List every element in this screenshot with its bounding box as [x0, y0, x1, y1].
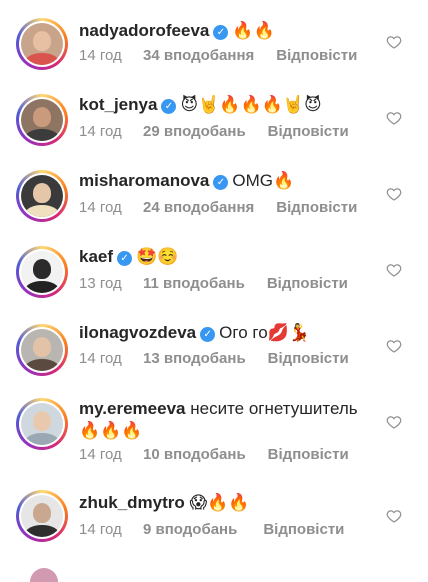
heart-outline-icon[interactable]: [386, 34, 402, 50]
comment-username[interactable]: nadyadorofeeva: [79, 21, 209, 40]
comment-line: nadyadorofeeva ✓ 🔥🔥: [79, 20, 380, 42]
verified-badge-icon: ✓: [213, 175, 229, 190]
comment-time: 14 год: [79, 199, 122, 216]
comment-text: Ого го💋💃: [219, 323, 310, 342]
avatar[interactable]: [16, 324, 68, 376]
comment-username[interactable]: ilonagvozdeva: [79, 323, 196, 342]
comment-username[interactable]: my.eremeeva: [79, 399, 186, 418]
comment-meta: 14 год 34 вподобання Відповісти: [79, 47, 357, 64]
comment-line: ilonagvozdeva ✓ Ого го💋💃: [79, 322, 380, 344]
comment-line: my.eremeeva несите огнетушитель🔥🔥🔥: [79, 398, 368, 442]
comment-username[interactable]: misharomanova: [79, 171, 209, 190]
avatar[interactable]: [16, 170, 68, 222]
comment-text: 😱🔥🔥: [189, 493, 250, 512]
comment-time: 14 год: [79, 123, 122, 140]
comment-time: 14 год: [79, 350, 122, 367]
verified-badge-icon: ✓: [161, 99, 177, 114]
comment-line: kaef ✓ 🤩☺️: [79, 246, 380, 268]
comment-time: 13 год: [79, 275, 122, 292]
comment-time: 14 год: [79, 446, 122, 463]
comment-likes[interactable]: 24 вподобання: [143, 199, 254, 216]
comment-time: 14 год: [79, 47, 122, 64]
comment-line: kot_jenya ✓ 😈🤘🔥🔥🔥🤘😈: [79, 94, 380, 116]
comment-meta: 14 год 29 вподобань Відповісти: [79, 123, 349, 140]
heart-outline-icon[interactable]: [386, 414, 402, 430]
heart-outline-icon[interactable]: [386, 186, 402, 202]
comment-text: OMG🔥: [232, 171, 295, 190]
heart-outline-icon[interactable]: [386, 338, 402, 354]
comment-likes[interactable]: 10 вподобань: [143, 446, 246, 463]
avatar[interactable]: [16, 490, 68, 542]
heart-outline-icon[interactable]: [386, 262, 402, 278]
comment-meta: 14 год 13 вподобань Відповісти: [79, 350, 349, 367]
avatar[interactable]: [16, 94, 68, 146]
comment-likes[interactable]: 11 вподобань: [143, 275, 245, 292]
reply-button[interactable]: Відповісти: [267, 275, 348, 292]
avatar[interactable]: [16, 18, 68, 70]
comment-text: 🤩☺️: [136, 247, 179, 266]
reply-button[interactable]: Відповісти: [276, 47, 357, 64]
reply-button[interactable]: Відповісти: [276, 199, 357, 216]
comment-likes[interactable]: 13 вподобань: [143, 350, 246, 367]
comment-meta: 14 год 10 вподобань Відповісти: [79, 446, 349, 463]
reply-button[interactable]: Відповісти: [263, 521, 344, 538]
verified-badge-icon: ✓: [200, 327, 216, 342]
comment-text: 🔥🔥: [232, 21, 275, 40]
comment-line: misharomanova ✓ OMG🔥: [79, 170, 380, 192]
reply-button[interactable]: Відповісти: [268, 446, 349, 463]
comment-username[interactable]: zhuk_dmytro: [79, 493, 185, 512]
comment-likes[interactable]: 29 вподобань: [143, 123, 246, 140]
comment-meta: 13 год 11 вподобань Відповісти: [79, 275, 348, 292]
heart-outline-icon[interactable]: [386, 508, 402, 524]
comment-meta: 14 год 24 вподобання Відповісти: [79, 199, 357, 216]
comment-text: 😈🤘🔥🔥🔥🤘😈: [180, 95, 322, 114]
heart-outline-icon[interactable]: [386, 110, 402, 126]
comment-username[interactable]: kaef: [79, 247, 113, 266]
verified-badge-icon: ✓: [213, 25, 229, 40]
comment-line: zhuk_dmytro 😱🔥🔥: [79, 492, 380, 514]
reply-button[interactable]: Відповісти: [268, 123, 349, 140]
comment-meta: 14 год 9 вподобань Відповісти: [79, 521, 344, 538]
avatar[interactable]: [16, 398, 68, 450]
verified-badge-icon: ✓: [117, 251, 133, 266]
comment-username[interactable]: kot_jenya: [79, 95, 157, 114]
comment-time: 14 год: [79, 521, 122, 538]
reply-button[interactable]: Відповісти: [268, 350, 349, 367]
comment-likes[interactable]: 9 вподобань: [143, 521, 237, 538]
avatar[interactable]: [30, 568, 58, 582]
avatar[interactable]: [16, 246, 68, 298]
comment-likes[interactable]: 34 вподобання: [143, 47, 254, 64]
